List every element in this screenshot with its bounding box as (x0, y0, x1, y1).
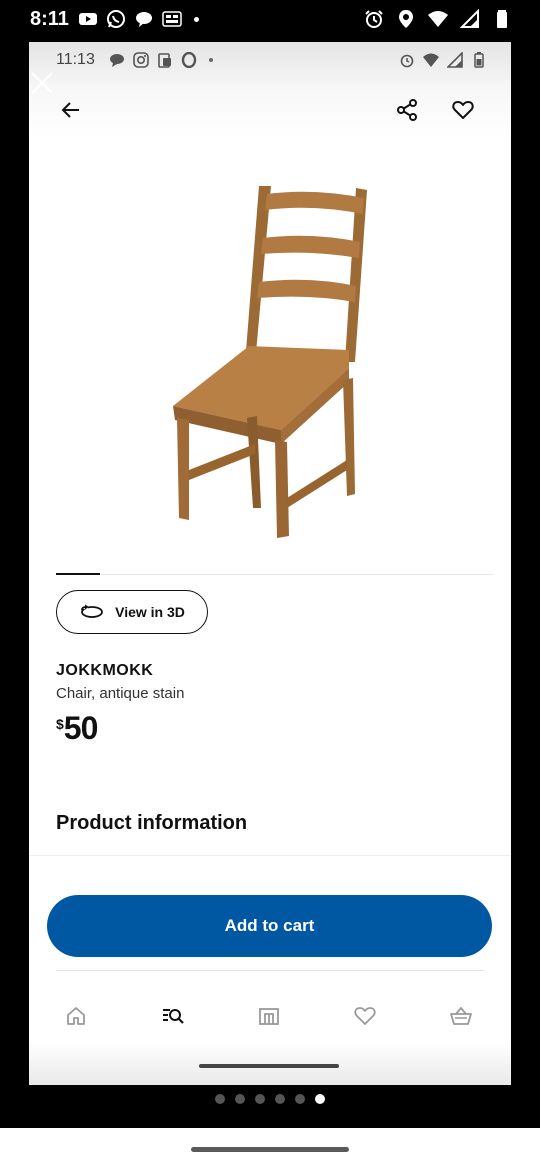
price-currency: $ (56, 716, 64, 732)
close-icon[interactable] (29, 70, 55, 96)
nav-wishlist[interactable] (351, 1002, 379, 1030)
heart-icon (452, 101, 474, 119)
home-icon (67, 1007, 85, 1025)
add-to-cart-button[interactable]: Add to cart (47, 895, 492, 957)
add-to-cart-label: Add to cart (224, 916, 315, 935)
battery-icon (471, 52, 487, 68)
alarm-icon (399, 52, 415, 68)
product-price: $50 (56, 710, 99, 747)
view-in-3d-button[interactable]: View in 3D (56, 590, 208, 634)
page-indicator (0, 1094, 540, 1104)
store-icon (259, 1008, 279, 1025)
wifi-icon (423, 52, 439, 68)
notification-icons (78, 9, 199, 29)
message-icon (109, 52, 125, 68)
chair-illustration (173, 186, 367, 538)
inner-system-indicators (399, 52, 487, 68)
product-information-heading[interactable]: Product information (56, 812, 247, 835)
page-dot[interactable] (215, 1094, 225, 1104)
nav-home[interactable] (62, 1002, 90, 1030)
heart-icon (354, 1007, 376, 1025)
search-list-icon (163, 1009, 184, 1024)
image-carousel-track (56, 574, 494, 575)
youtube-icon (78, 9, 98, 29)
back-button[interactable] (57, 96, 85, 124)
product-header (29, 82, 511, 138)
system-navigation-bar (0, 1128, 540, 1170)
share-button[interactable] (393, 96, 421, 124)
shopping-basket-icon (450, 1006, 472, 1025)
nav-search[interactable] (159, 1002, 187, 1030)
inner-clock: 11:13 (56, 51, 95, 68)
rotate-3d-icon (79, 604, 105, 620)
favorite-button[interactable] (449, 96, 477, 124)
system-status-bar: 8:11 (0, 0, 540, 42)
signal-icon (460, 9, 480, 29)
whatsapp-icon (106, 9, 126, 29)
inner-status-bar: 11:13 (29, 42, 511, 82)
image-carousel-indicator (56, 573, 100, 575)
chat-bubble-icon (134, 9, 154, 29)
product-description: Chair, antique stain (56, 685, 185, 702)
inner-notification-icons (109, 52, 213, 68)
system-clock: 8:11 (30, 8, 69, 30)
signal-icon (447, 52, 463, 68)
arrow-left-icon (61, 102, 79, 118)
product-name: JOKKMOKK (56, 662, 154, 679)
more-notifications-dot (209, 58, 213, 62)
page-dot[interactable] (235, 1094, 245, 1104)
opera-icon (181, 52, 197, 68)
nav-cart[interactable] (447, 1002, 475, 1030)
more-notifications-dot (194, 16, 199, 22)
location-icon (396, 9, 416, 29)
temu-icon (162, 9, 182, 29)
bottom-navigation (29, 992, 511, 1040)
product-image[interactable] (159, 180, 379, 542)
home-gesture-handle[interactable] (191, 1147, 349, 1152)
clipboard-icon (157, 52, 173, 68)
system-indicators (364, 9, 512, 29)
section-divider (29, 855, 511, 856)
cart-divider (56, 970, 484, 971)
instagram-icon (133, 52, 149, 68)
page-dot[interactable] (255, 1094, 265, 1104)
app-screenshot: 11:13 View in 3D JOKKMOKK Chair, antique… (29, 42, 511, 1085)
inner-home-indicator (199, 1064, 339, 1068)
page-dot[interactable] (275, 1094, 285, 1104)
page-dot[interactable] (295, 1094, 305, 1104)
page-dot-active[interactable] (315, 1094, 325, 1104)
wifi-icon (428, 9, 448, 29)
battery-icon (492, 9, 512, 29)
view-in-3d-label: View in 3D (115, 604, 185, 620)
alarm-icon (364, 9, 384, 29)
price-amount: 50 (63, 710, 99, 746)
nav-rooms[interactable] (255, 1002, 283, 1030)
share-icon (397, 99, 417, 121)
